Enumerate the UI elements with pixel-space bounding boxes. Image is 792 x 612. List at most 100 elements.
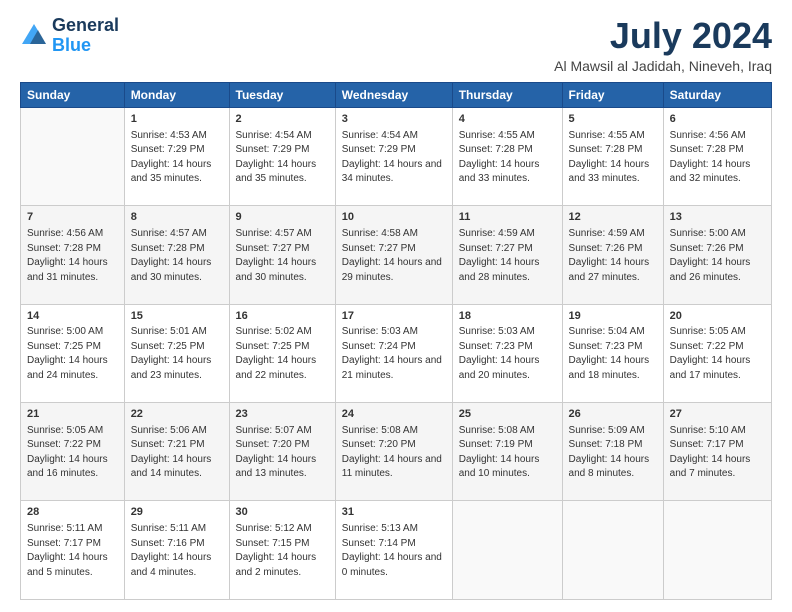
day-number: 9 [236,210,329,226]
sunrise: Sunrise: 5:06 AM [131,425,207,436]
day-cell: 26 Sunrise: 5:09 AM Sunset: 7:18 PM Dayl… [562,403,663,501]
daylight: Daylight: 14 hours and 35 minutes. [236,159,317,185]
day-cell: 14 Sunrise: 5:00 AM Sunset: 7:25 PM Dayl… [21,304,125,402]
day-cell: 24 Sunrise: 5:08 AM Sunset: 7:20 PM Dayl… [335,403,452,501]
day-number: 13 [670,210,765,226]
daylight: Daylight: 14 hours and 29 minutes. [342,257,442,283]
day-number: 27 [670,407,765,423]
sunset: Sunset: 7:18 PM [569,439,643,450]
sunrise: Sunrise: 4:57 AM [131,228,207,239]
daylight: Daylight: 14 hours and 20 minutes. [459,355,540,381]
sunrise: Sunrise: 5:11 AM [27,523,102,534]
day-cell: 31 Sunrise: 5:13 AM Sunset: 7:14 PM Dayl… [335,501,452,600]
day-cell: 12 Sunrise: 4:59 AM Sunset: 7:26 PM Dayl… [562,206,663,304]
daylight: Daylight: 14 hours and 7 minutes. [670,454,751,480]
sunset: Sunset: 7:26 PM [670,243,744,254]
day-number: 28 [27,505,118,521]
day-cell: 2 Sunrise: 4:54 AM Sunset: 7:29 PM Dayli… [229,107,335,205]
day-number: 23 [236,407,329,423]
sunset: Sunset: 7:20 PM [342,439,416,450]
main-title: July 2024 [554,16,772,56]
day-number: 8 [131,210,223,226]
sunset: Sunset: 7:25 PM [236,341,310,352]
day-cell: 27 Sunrise: 5:10 AM Sunset: 7:17 PM Dayl… [663,403,771,501]
col-header-friday: Friday [562,82,663,107]
sunset: Sunset: 7:28 PM [27,243,101,254]
sunset: Sunset: 7:17 PM [670,439,744,450]
day-cell: 17 Sunrise: 5:03 AM Sunset: 7:24 PM Dayl… [335,304,452,402]
header: General Blue July 2024 Al Mawsil al Jadi… [20,16,772,74]
week-row-3: 14 Sunrise: 5:00 AM Sunset: 7:25 PM Dayl… [21,304,772,402]
page: General Blue July 2024 Al Mawsil al Jadi… [0,0,792,612]
day-cell: 28 Sunrise: 5:11 AM Sunset: 7:17 PM Dayl… [21,501,125,600]
day-cell: 25 Sunrise: 5:08 AM Sunset: 7:19 PM Dayl… [452,403,562,501]
day-cell: 7 Sunrise: 4:56 AM Sunset: 7:28 PM Dayli… [21,206,125,304]
sunrise: Sunrise: 4:55 AM [569,130,645,141]
day-cell: 23 Sunrise: 5:07 AM Sunset: 7:20 PM Dayl… [229,403,335,501]
day-cell: 19 Sunrise: 5:04 AM Sunset: 7:23 PM Dayl… [562,304,663,402]
sunrise: Sunrise: 5:04 AM [569,326,645,337]
day-cell: 20 Sunrise: 5:05 AM Sunset: 7:22 PM Dayl… [663,304,771,402]
sunrise: Sunrise: 5:10 AM [670,425,746,436]
sunrise: Sunrise: 5:00 AM [670,228,746,239]
day-number: 6 [670,112,765,128]
day-cell: 21 Sunrise: 5:05 AM Sunset: 7:22 PM Dayl… [21,403,125,501]
day-number: 21 [27,407,118,423]
sunset: Sunset: 7:23 PM [459,341,533,352]
sunset: Sunset: 7:25 PM [27,341,101,352]
daylight: Daylight: 14 hours and 4 minutes. [131,552,212,578]
daylight: Daylight: 14 hours and 33 minutes. [569,159,650,185]
day-cell: 30 Sunrise: 5:12 AM Sunset: 7:15 PM Dayl… [229,501,335,600]
sunrise: Sunrise: 5:11 AM [131,523,206,534]
daylight: Daylight: 14 hours and 32 minutes. [670,159,751,185]
day-cell: 6 Sunrise: 4:56 AM Sunset: 7:28 PM Dayli… [663,107,771,205]
daylight: Daylight: 14 hours and 14 minutes. [131,454,212,480]
sunrise: Sunrise: 4:55 AM [459,130,535,141]
logo-icon [20,22,48,50]
day-cell [663,501,771,600]
daylight: Daylight: 14 hours and 31 minutes. [27,257,108,283]
col-header-wednesday: Wednesday [335,82,452,107]
logo-text: General Blue [52,16,119,56]
day-number: 7 [27,210,118,226]
sunset: Sunset: 7:17 PM [27,538,101,549]
sunrise: Sunrise: 4:58 AM [342,228,418,239]
sunset: Sunset: 7:27 PM [342,243,416,254]
sunrise: Sunrise: 4:56 AM [27,228,103,239]
sunrise: Sunrise: 5:02 AM [236,326,312,337]
col-header-sunday: Sunday [21,82,125,107]
daylight: Daylight: 14 hours and 18 minutes. [569,355,650,381]
daylight: Daylight: 14 hours and 35 minutes. [131,159,212,185]
sunset: Sunset: 7:25 PM [131,341,205,352]
sunset: Sunset: 7:21 PM [131,439,205,450]
day-number: 19 [569,309,657,325]
sunset: Sunset: 7:27 PM [236,243,310,254]
day-cell: 8 Sunrise: 4:57 AM Sunset: 7:28 PM Dayli… [124,206,229,304]
day-number: 16 [236,309,329,325]
sunrise: Sunrise: 4:54 AM [342,130,418,141]
sunset: Sunset: 7:24 PM [342,341,416,352]
subtitle: Al Mawsil al Jadidah, Nineveh, Iraq [554,58,772,74]
day-number: 14 [27,309,118,325]
sunrise: Sunrise: 5:08 AM [459,425,535,436]
day-number: 30 [236,505,329,521]
sunset: Sunset: 7:28 PM [459,144,533,155]
sunset: Sunset: 7:28 PM [670,144,744,155]
day-number: 1 [131,112,223,128]
sunset: Sunset: 7:15 PM [236,538,310,549]
day-cell: 29 Sunrise: 5:11 AM Sunset: 7:16 PM Dayl… [124,501,229,600]
week-row-5: 28 Sunrise: 5:11 AM Sunset: 7:17 PM Dayl… [21,501,772,600]
day-number: 26 [569,407,657,423]
sunrise: Sunrise: 5:13 AM [342,523,418,534]
day-number: 18 [459,309,556,325]
sunset: Sunset: 7:16 PM [131,538,205,549]
col-header-saturday: Saturday [663,82,771,107]
sunrise: Sunrise: 5:01 AM [131,326,207,337]
day-number: 11 [459,210,556,226]
day-cell: 18 Sunrise: 5:03 AM Sunset: 7:23 PM Dayl… [452,304,562,402]
day-cell: 15 Sunrise: 5:01 AM Sunset: 7:25 PM Dayl… [124,304,229,402]
daylight: Daylight: 14 hours and 13 minutes. [236,454,317,480]
day-number: 29 [131,505,223,521]
daylight: Daylight: 14 hours and 30 minutes. [236,257,317,283]
calendar-table: SundayMondayTuesdayWednesdayThursdayFrid… [20,82,772,600]
